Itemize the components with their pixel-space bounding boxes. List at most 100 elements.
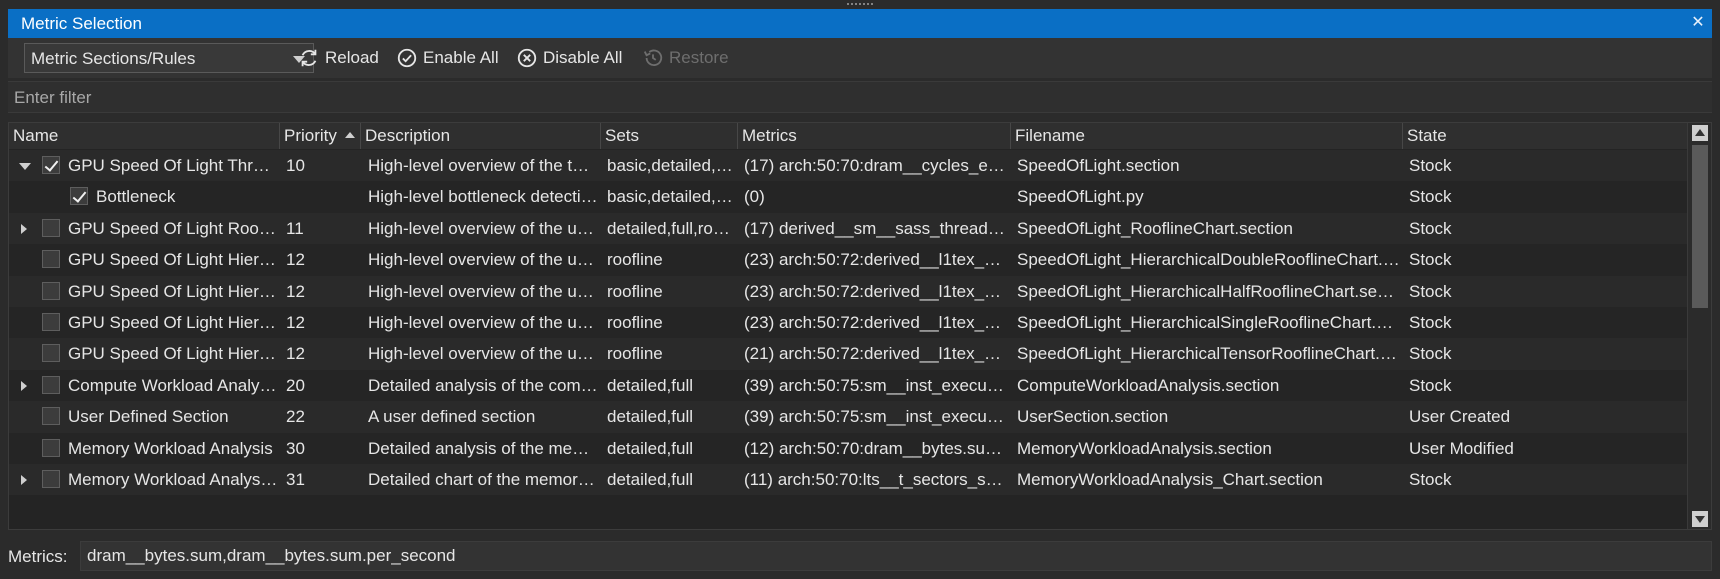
enable-checkbox[interactable]	[42, 438, 60, 457]
metrics-bar: Metrics:	[0, 537, 1720, 579]
cell-state: Stock	[1409, 344, 1452, 364]
cell-description: High-level overview of the utili…	[368, 344, 598, 364]
cell-name: Compute Workload Analysi…	[68, 375, 278, 395]
cell-description: High-level overview of the utili…	[368, 218, 598, 238]
window-titlebar: Metric Selection ✕	[8, 9, 1712, 38]
column-header-filename[interactable]: Filename	[1011, 123, 1403, 149]
cell-sets: roofline	[607, 281, 663, 301]
enable-all-button[interactable]: Enable All	[396, 43, 499, 73]
sections-dropdown[interactable]: Metric Sections/Rules	[24, 43, 314, 73]
x-circle-icon	[517, 48, 537, 68]
column-header-name[interactable]: Name	[9, 123, 280, 149]
cell-name: GPU Speed Of Light Hierar…	[68, 281, 278, 301]
reload-button[interactable]: Reload	[298, 43, 379, 73]
cell-name: Memory Workload Analysis…	[68, 470, 278, 489]
cell-state: Stock	[1409, 218, 1452, 238]
column-header-metrics[interactable]: Metrics	[738, 123, 1011, 149]
enable-checkbox[interactable]	[42, 407, 60, 426]
column-header-state[interactable]: State	[1403, 123, 1687, 149]
chevron-right-icon[interactable]	[21, 475, 27, 485]
enable-checkbox[interactable]	[42, 344, 60, 363]
cell-metrics: (23) arch:50:72:derived__l1tex__lsu…	[744, 313, 1008, 332]
enable-checkbox[interactable]	[70, 187, 88, 206]
scroll-up-icon[interactable]	[1692, 125, 1708, 141]
cell-sets: detailed,full	[607, 470, 694, 489]
cell-description: High-level overview of the utili…	[368, 313, 598, 332]
cell-priority: 12	[286, 250, 305, 270]
chevron-down-icon[interactable]	[19, 163, 31, 170]
cell-metrics: (0)	[744, 187, 765, 207]
table-row[interactable]: GPU Speed Of Light Hierar… 12 High-level o…	[9, 338, 1687, 370]
cell-description: High-level overview of the utili…	[368, 250, 598, 270]
cell-filename: ComputeWorkloadAnalysis.section	[1017, 375, 1280, 395]
column-header-description[interactable]: Description	[361, 123, 601, 149]
cell-priority: 31	[286, 470, 305, 489]
filter-input[interactable]	[14, 86, 1704, 110]
cell-sets: roofline	[607, 250, 663, 270]
cell-metrics: (12) arch:50:70:dram__bytes.sum.…	[744, 438, 1008, 458]
table-row[interactable]: Bottleneck High-level bottleneck detectio…	[9, 181, 1687, 213]
cell-filename: SpeedOfLight_HierarchicalTensorRooflineC…	[1017, 344, 1400, 364]
cell-state: Stock	[1409, 281, 1452, 301]
table-row[interactable]: GPU Speed Of Light Hierar… 12 High-level o…	[9, 307, 1687, 339]
cell-sets: detailed,full	[607, 407, 694, 427]
table-row[interactable]: GPU Speed Of Light Hierar… 12 High-level o…	[9, 275, 1687, 307]
cell-sets: roofline	[607, 344, 663, 364]
cell-description: Detailed analysis of the comp…	[368, 375, 598, 395]
cell-sets: basic,detailed,f…	[607, 156, 735, 175]
cell-name: GPU Speed Of Light Hierar…	[68, 250, 278, 270]
close-icon[interactable]: ✕	[1688, 13, 1708, 33]
sort-ascending-icon	[344, 132, 355, 138]
disable-all-button[interactable]: Disable All	[516, 43, 622, 73]
column-header-priority[interactable]: Priority	[280, 123, 361, 149]
sections-dropdown-value: Metric Sections/Rules	[31, 49, 196, 68]
cell-state: Stock	[1409, 156, 1452, 175]
enable-checkbox[interactable]	[42, 470, 60, 488]
cell-description: Detailed chart of the memory …	[368, 470, 598, 489]
table-row[interactable]: User Defined Section 22 A user defined sec…	[9, 401, 1687, 433]
cell-filename: SpeedOfLight.py	[1017, 187, 1144, 207]
sections-table: Name Priority Description Sets Metrics F…	[8, 122, 1712, 530]
dock-grip[interactable]	[0, 0, 1720, 9]
vertical-scrollbar[interactable]	[1687, 123, 1711, 529]
enable-checkbox[interactable]	[42, 375, 60, 394]
cell-state: User Modified	[1409, 438, 1514, 458]
chevron-right-icon[interactable]	[21, 380, 27, 391]
table-row[interactable]: Memory Workload Analysis 30 Detailed analy…	[9, 432, 1687, 464]
enable-checkbox[interactable]	[42, 250, 60, 269]
enable-checkbox[interactable]	[42, 313, 60, 331]
cell-priority	[286, 181, 358, 212]
scroll-thumb[interactable]	[1692, 145, 1708, 308]
cell-filename: SpeedOfLight.section	[1017, 156, 1180, 175]
table-row[interactable]: GPU Speed Of Light Rooflin… 11 High-level …	[9, 212, 1687, 245]
restore-label: Restore	[669, 48, 729, 67]
toolbar: Metric Sections/Rules Reload Enable All …	[8, 38, 1712, 78]
table-row[interactable]: GPU Speed Of Light Hierar… 12 High-level o…	[9, 244, 1687, 276]
table-row[interactable]: GPU Speed Of Light Throug… 10 High-level o…	[9, 150, 1687, 182]
enable-checkbox[interactable]	[42, 218, 60, 237]
enable-checkbox[interactable]	[42, 156, 60, 174]
cell-sets: detailed,full,roo…	[607, 218, 735, 238]
metrics-input[interactable]	[87, 545, 1687, 567]
enable-checkbox[interactable]	[42, 281, 60, 300]
cell-state: User Created	[1409, 407, 1511, 427]
disable-all-label: Disable All	[543, 48, 623, 67]
restore-button[interactable]: Restore	[642, 43, 729, 73]
table-row[interactable]: Compute Workload Analysi… 20 Detailed anal…	[9, 369, 1687, 402]
cell-filename: SpeedOfLight_HierarchicalHalfRooflineCha…	[1017, 281, 1400, 301]
cell-state: Stock	[1409, 375, 1452, 395]
cell-priority: 12	[286, 281, 305, 301]
chevron-right-icon[interactable]	[21, 223, 27, 234]
cell-metrics: (39) arch:50:75:sm__inst_executed…	[744, 375, 1008, 395]
cell-sets: roofline	[607, 313, 663, 332]
cell-name: GPU Speed Of Light Hierar…	[68, 313, 278, 332]
column-header-sets[interactable]: Sets	[601, 123, 738, 149]
filter-bar	[8, 81, 1712, 113]
cell-metrics: (17) arch:50:70:dram__cycles_elap…	[744, 156, 1008, 175]
cell-sets: detailed,full	[607, 375, 694, 395]
table-row[interactable]: Memory Workload Analysis… 31 Detailed char…	[9, 464, 1687, 496]
cell-filename: SpeedOfLight_RooflineChart.section	[1017, 218, 1293, 238]
scroll-down-icon[interactable]	[1692, 511, 1708, 527]
cell-name: GPU Speed Of Light Rooflin…	[68, 218, 278, 238]
cell-name: GPU Speed Of Light Hierar…	[68, 344, 278, 364]
